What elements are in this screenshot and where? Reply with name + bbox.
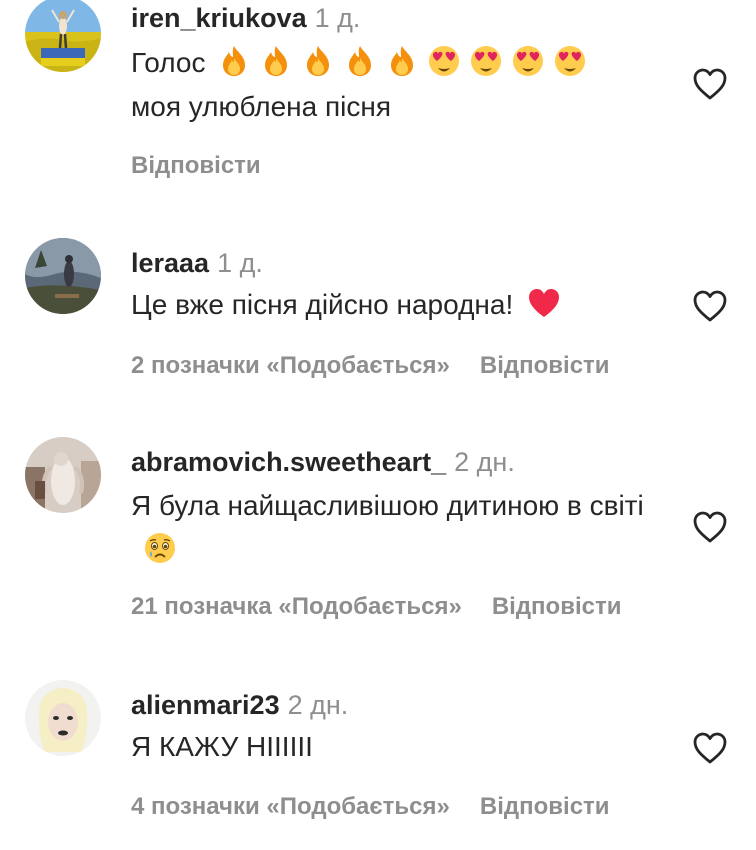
reply-button[interactable]: Відповісти xyxy=(492,593,622,620)
reply-button[interactable]: Відповісти xyxy=(131,152,261,179)
timestamp[interactable]: 2 дн. xyxy=(454,447,515,477)
reply-button[interactable]: Відповісти xyxy=(480,793,610,820)
timestamp[interactable]: 2 дн. xyxy=(288,690,349,720)
likes-count[interactable]: 21 позначка «Подобається» xyxy=(131,593,462,620)
avatar[interactable] xyxy=(25,0,101,72)
fire-emoji xyxy=(343,44,377,78)
like-heart-icon[interactable] xyxy=(692,289,728,323)
heart-eyes-emoji xyxy=(553,44,587,78)
reply-button[interactable]: Відповісти xyxy=(480,352,610,379)
heart-eyes-emoji xyxy=(469,44,503,78)
likes-count[interactable]: 4 позначки «Подобається» xyxy=(131,793,450,820)
comment-text-line: моя улюблена пісня xyxy=(131,91,391,122)
username[interactable]: abramovich.sweetheart_ xyxy=(131,447,446,477)
comment-text: Голос моя улюблена пісня xyxy=(131,41,676,129)
fire-emoji xyxy=(301,44,335,78)
fire-emoji xyxy=(259,44,293,78)
username[interactable]: alienmari23 xyxy=(131,690,280,720)
fire-emoji xyxy=(385,44,419,78)
timestamp[interactable]: 1 д. xyxy=(315,3,361,33)
like-heart-icon[interactable] xyxy=(692,731,728,765)
comment-text: Це вже пісня дійсно народна! xyxy=(131,283,676,327)
comment-text: Я була найщасливішою дитиною в світі xyxy=(131,484,676,572)
like-heart-icon[interactable] xyxy=(692,510,728,544)
heart-eyes-emoji xyxy=(511,44,545,78)
likes-count[interactable]: 2 позначки «Подобається» xyxy=(131,352,450,379)
heart-eyes-emoji xyxy=(427,44,461,78)
avatar[interactable] xyxy=(25,238,101,314)
username[interactable]: iren_kriukova xyxy=(131,3,307,33)
comment-text-line: Голос xyxy=(131,47,206,78)
fire-emoji xyxy=(217,44,251,78)
username[interactable]: leraaa xyxy=(131,248,209,278)
comment-text-line: Це вже пісня дійсно народна! xyxy=(131,289,514,320)
comment-text-line: Я КАЖУ НІІІІІІ xyxy=(131,731,313,762)
crying-face-emoji xyxy=(143,531,177,565)
avatar[interactable] xyxy=(25,680,101,756)
avatar[interactable] xyxy=(25,437,101,513)
comment-text: Я КАЖУ НІІІІІІ xyxy=(131,725,676,769)
timestamp[interactable]: 1 д. xyxy=(217,248,263,278)
red-heart-emoji xyxy=(527,286,561,320)
comment-text-line: Я була найщасливішою дитиною в світі xyxy=(131,490,644,521)
like-heart-icon[interactable] xyxy=(692,67,728,101)
